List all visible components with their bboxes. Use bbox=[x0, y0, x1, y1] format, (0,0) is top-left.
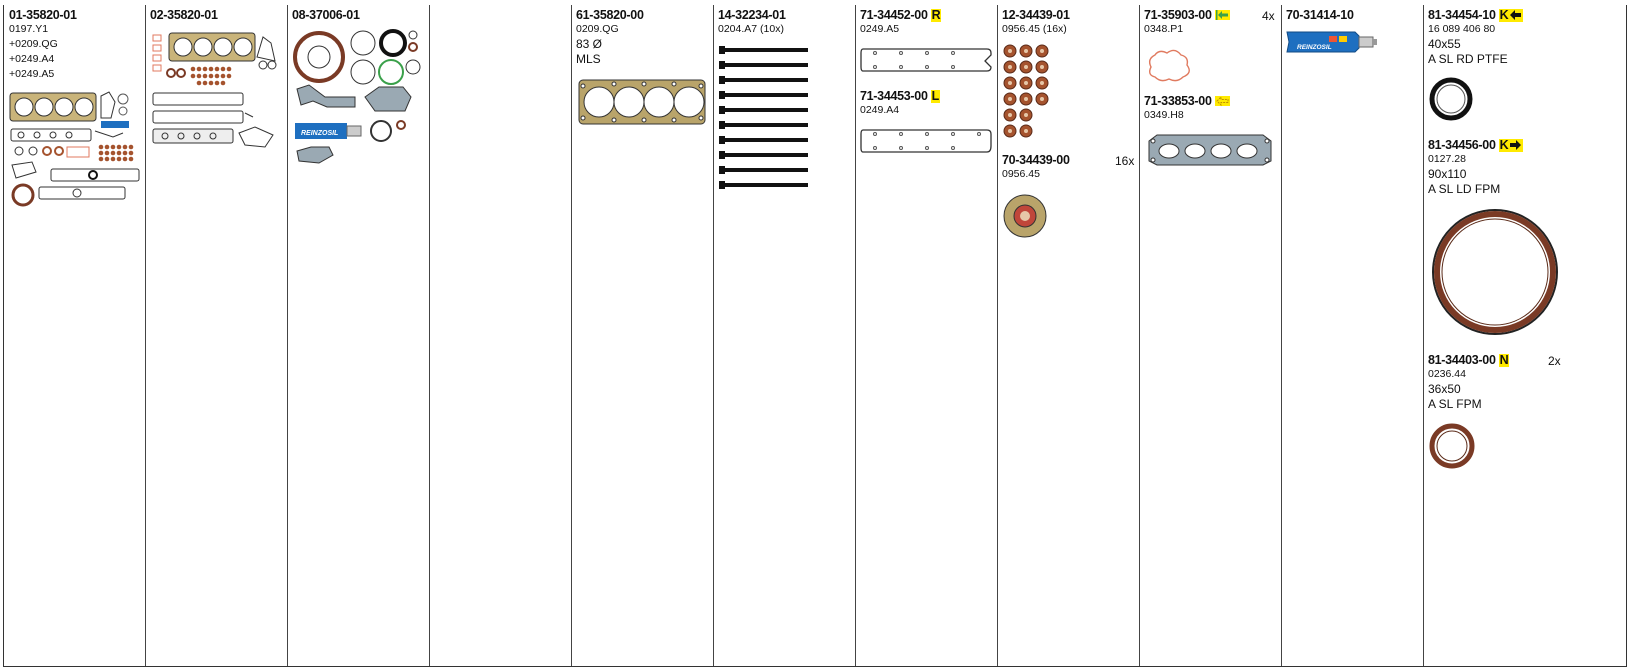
column-4-empty bbox=[429, 5, 572, 666]
tube-brand-label: REINZOSIL bbox=[1297, 44, 1332, 51]
ref-code: 0956.45 bbox=[1002, 168, 1040, 180]
part-number-text: 81-34454-10 bbox=[1428, 8, 1496, 22]
part-number[interactable]: 71-34452-00 R bbox=[860, 7, 942, 22]
cover-gasket-right-illustration bbox=[860, 48, 992, 72]
side-mark-badge: L bbox=[930, 88, 940, 103]
ref-code: 16 089 406 80 bbox=[1428, 23, 1496, 35]
part-number[interactable]: 14-32234-01 bbox=[718, 8, 786, 22]
quantity-label: 16x bbox=[1115, 154, 1135, 168]
ref-code: 0348.P1 bbox=[1144, 23, 1184, 35]
part-number[interactable]: 12-34439-01 bbox=[1002, 8, 1070, 22]
spec-material: A SL LD FPM bbox=[1428, 182, 1501, 196]
seal-type-letter: K bbox=[1499, 7, 1509, 22]
ref-code: 0956.45 (16x) bbox=[1002, 23, 1067, 35]
spec-material: A SL FPM bbox=[1428, 397, 1482, 411]
column-10: 70-31414-10 REINZOSIL bbox=[1281, 5, 1424, 666]
valve-stem-seal-illustration bbox=[1003, 194, 1047, 238]
ref-code: +0249.A5 bbox=[9, 68, 55, 80]
shaft-seal-small-illustration bbox=[1429, 77, 1473, 121]
part-number-text: 81-34403-00 bbox=[1428, 353, 1496, 367]
part-number[interactable]: 81-34456-00 K bbox=[1428, 137, 1524, 152]
part-number[interactable]: 70-34439-00 bbox=[1002, 153, 1070, 167]
arrow-right-icon: K bbox=[1498, 137, 1524, 152]
part-number[interactable]: 08-37006-01 bbox=[292, 8, 360, 22]
part-number[interactable]: 81-34454-10 K bbox=[1428, 7, 1524, 22]
column-6: 14-32234-01 0204.A7 (10x) bbox=[713, 5, 856, 666]
ref-code: 0127.28 bbox=[1428, 153, 1466, 165]
cover-gasket-left-illustration bbox=[860, 129, 992, 153]
column-7: 71-34452-00 R 0249.A5 71-34453-00 L 0249… bbox=[855, 5, 998, 666]
ref-code: 0249.A4 bbox=[860, 104, 900, 116]
ref-code: 0349.H8 bbox=[1144, 109, 1184, 121]
part-number[interactable]: 70-31414-10 bbox=[1286, 8, 1354, 22]
manifold-gasket-illustration bbox=[1148, 134, 1272, 166]
quantity-label: 4x bbox=[1262, 9, 1275, 23]
column-8: 12-34439-01 0956.45 (16x) 70-34439-00 09… bbox=[997, 5, 1140, 666]
part-number-text: 71-34452-00 bbox=[860, 8, 928, 22]
spec-dimensions: 90x110 bbox=[1428, 167, 1467, 181]
ref-code: +0249.A4 bbox=[9, 53, 55, 65]
quantity-label: 2x bbox=[1548, 354, 1561, 368]
ref-code: 0236.44 bbox=[1428, 368, 1466, 380]
part-number-text: 81-34456-00 bbox=[1428, 138, 1496, 152]
spec-diameter: 83 Ø bbox=[576, 37, 603, 51]
head-gasket-illustration bbox=[578, 79, 706, 125]
part-number-text: 71-34453-00 bbox=[860, 89, 928, 103]
part-number[interactable]: 81-34403-00 N bbox=[1428, 352, 1510, 367]
column-5: 61-35820-00 0209.QG 83 Ø MLS bbox=[571, 5, 714, 666]
seal-type-letter: K bbox=[1499, 137, 1509, 152]
parts-sheet: 01-35820-01 0197.Y1 +0209.QG +0249.A4 +0… bbox=[3, 5, 1627, 667]
arrow-left-dashed-icon bbox=[1214, 95, 1230, 107]
tube-brand-label: REINZOSIL bbox=[301, 130, 338, 137]
spec-dimensions: 40x55 bbox=[1428, 37, 1461, 51]
crankshaft-seal-large-illustration bbox=[1432, 209, 1558, 335]
ref-code: 0204.A7 (10x) bbox=[718, 23, 784, 35]
sealant-tube-illustration: REINZOSIL bbox=[1286, 31, 1377, 53]
shaft-seal-medium-illustration bbox=[1429, 423, 1475, 469]
ref-code: 0249.A5 bbox=[860, 23, 900, 35]
column-9: 71-35903-00 0348.P1 4x 71-33853-00 0349.… bbox=[1139, 5, 1282, 666]
column-1: 01-35820-01 0197.Y1 +0209.QG +0249.A4 +0… bbox=[4, 5, 146, 666]
column-11: 81-34454-10 K 16 089 406 80 40x55 A SL R… bbox=[1423, 5, 1626, 666]
part-number-text: 71-33853-00 bbox=[1144, 94, 1212, 108]
o-ring-shaped-gasket-illustration bbox=[1148, 49, 1190, 82]
ref-code: 0197.Y1 bbox=[9, 23, 49, 35]
seal-type-badge: N bbox=[1498, 352, 1510, 367]
spec-dimensions: 36x50 bbox=[1428, 382, 1461, 396]
part-number[interactable]: 71-35903-00 bbox=[1144, 8, 1230, 22]
part-number[interactable]: 02-35820-01 bbox=[150, 8, 218, 22]
part-number[interactable]: 71-33853-00 bbox=[1144, 94, 1230, 108]
ref-code: +0209.QG bbox=[9, 38, 58, 50]
part-number[interactable]: 61-35820-00 bbox=[576, 8, 644, 22]
column-3: 08-37006-01 REINZOSIL bbox=[287, 5, 430, 666]
gasket-set-illustration bbox=[152, 32, 277, 148]
valve-stem-seals-illustration bbox=[1003, 44, 1049, 138]
side-mark-badge: R bbox=[930, 7, 942, 22]
spec-material: A SL RD PTFE bbox=[1428, 52, 1508, 66]
head-bolts-illustration bbox=[719, 46, 808, 189]
part-number-text: 71-35903-00 bbox=[1144, 8, 1212, 22]
ref-code: 0209.QG bbox=[576, 23, 619, 35]
arrow-left-bar-icon bbox=[1214, 10, 1230, 20]
part-number[interactable]: 71-34453-00 L bbox=[860, 89, 940, 103]
gasket-set-illustration bbox=[9, 91, 140, 207]
gasket-set-illustration: REINZOSIL bbox=[293, 29, 421, 164]
arrow-left-icon: K bbox=[1498, 7, 1524, 22]
column-2: 02-35820-01 bbox=[145, 5, 288, 666]
part-number[interactable]: 01-35820-01 bbox=[9, 8, 77, 22]
spec-material: MLS bbox=[576, 52, 601, 66]
